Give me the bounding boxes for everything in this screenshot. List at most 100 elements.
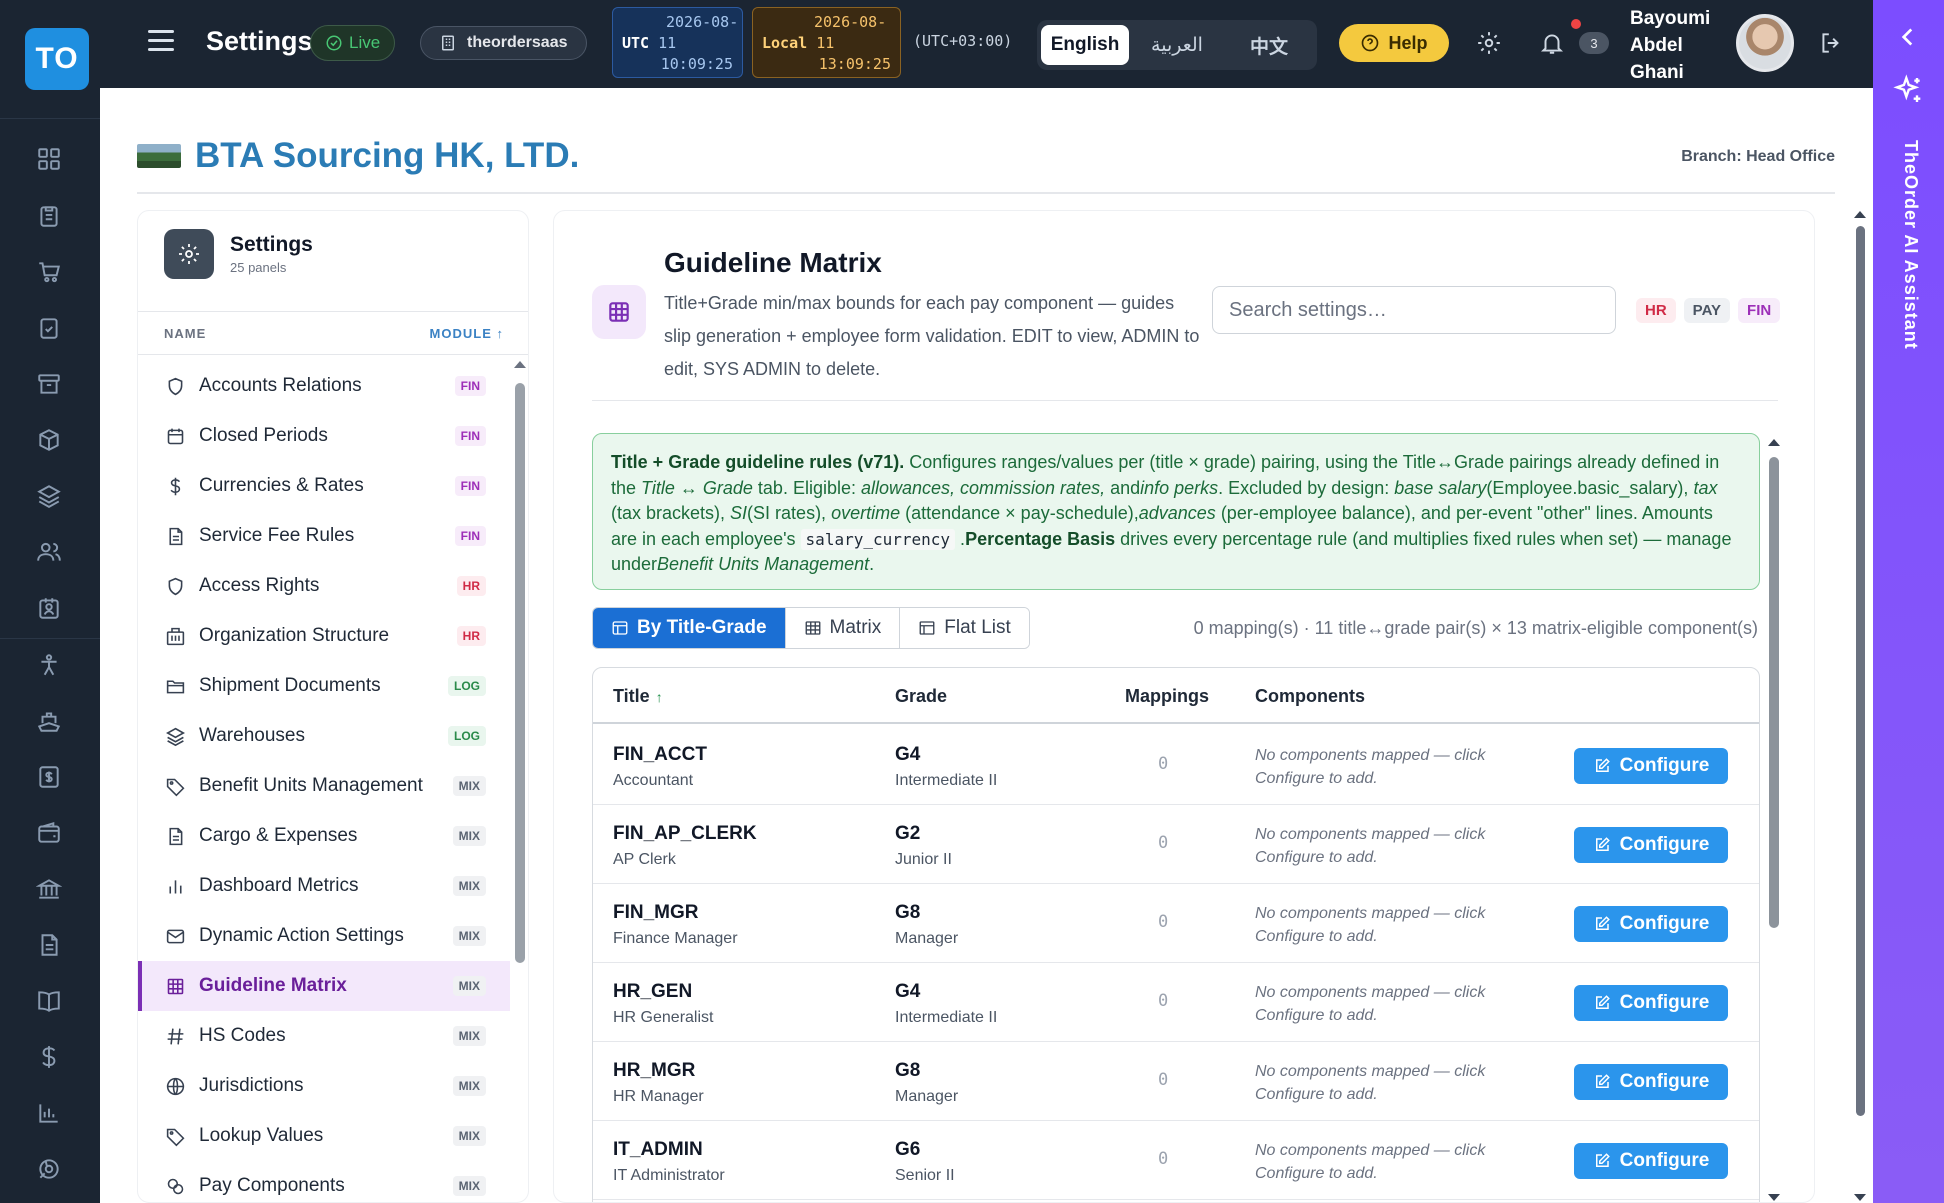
bank-icon[interactable] <box>34 874 64 904</box>
title-column-header[interactable]: Title ↑ <box>613 686 663 707</box>
utc-tag: UTC <box>622 34 650 52</box>
gear-icon[interactable] <box>1474 28 1504 58</box>
support-icon[interactable] <box>34 1154 64 1184</box>
local-date-line2: 11 <box>816 34 835 52</box>
settings-item-dashboard-metrics[interactable]: Dashboard Metrics MIX <box>138 861 510 911</box>
components-column-header[interactable]: Components <box>1255 686 1365 707</box>
scrollbar-thumb[interactable] <box>1769 457 1779 928</box>
configure-button[interactable]: Configure <box>1574 906 1728 942</box>
lang-english[interactable]: English <box>1041 25 1129 65</box>
dashboard-icon[interactable] <box>34 144 64 174</box>
user-name[interactable]: Bayoumi Abdel Ghani <box>1630 5 1740 86</box>
settings-item-closed-periods[interactable]: Closed Periods FIN <box>138 411 510 461</box>
scroll-down-icon[interactable] <box>1854 1194 1866 1201</box>
configure-button[interactable]: Configure <box>1574 748 1728 784</box>
module-column-header[interactable]: MODULE ↑ <box>430 326 504 341</box>
grid-icon <box>805 621 820 635</box>
archive-icon[interactable] <box>34 369 64 399</box>
settings-list-panel: Settings 25 panels NAME MODULE ↑ Account… <box>137 210 529 1203</box>
utc-clock: 2026-08- UTC 11 10:09:25 <box>612 7 743 78</box>
question-circle-icon <box>1362 34 1379 52</box>
lang-arabic[interactable]: العربية <box>1133 25 1221 65</box>
scroll-up-icon[interactable] <box>1768 439 1780 446</box>
clipboard-icon[interactable] <box>34 201 64 231</box>
tab-label: Matrix <box>829 617 882 638</box>
mappings-column-header[interactable]: Mappings <box>1125 686 1209 707</box>
tab-by-title-grade[interactable]: By Title-Grade <box>593 608 786 648</box>
configure-button[interactable]: Configure <box>1574 1143 1728 1179</box>
tab-matrix[interactable]: Matrix <box>785 608 901 648</box>
avatar[interactable] <box>1736 14 1794 72</box>
info-manage-link[interactable]: Benefit Units Management <box>657 554 869 574</box>
scrollbar-thumb[interactable] <box>515 383 525 963</box>
menu-icon[interactable] <box>148 30 174 56</box>
grade-column-header[interactable]: Grade <box>895 686 947 707</box>
checklist-icon[interactable] <box>34 313 64 343</box>
ai-assistant-panel[interactable]: TheOrder AI Assistant <box>1873 0 1944 1203</box>
settings-item-accounts-relations[interactable]: Accounts Relations FIN <box>138 361 510 411</box>
page-scrollbar[interactable] <box>1853 210 1867 1203</box>
tenant-selector[interactable]: theordersaas <box>420 26 587 60</box>
settings-item-cargo-expenses[interactable]: Cargo & Expenses MIX <box>138 811 510 861</box>
settings-item-guideline-matrix[interactable]: Guideline Matrix MIX <box>138 961 510 1011</box>
scroll-down-icon[interactable] <box>1768 1194 1780 1201</box>
search-input[interactable] <box>1212 286 1616 334</box>
settings-item-jurisdictions[interactable]: Jurisdictions MIX <box>138 1061 510 1111</box>
chart-icon[interactable] <box>34 1098 64 1128</box>
app-logo[interactable]: TO <box>25 28 89 90</box>
name-column-header[interactable]: NAME <box>164 326 206 341</box>
badge-icon[interactable] <box>34 593 64 623</box>
layers-icon[interactable] <box>34 481 64 511</box>
configure-label: Configure <box>1619 755 1710 776</box>
content-scrollbar[interactable] <box>1766 437 1782 1202</box>
dollar-icon[interactable] <box>34 1042 64 1072</box>
box-icon[interactable] <box>34 425 64 455</box>
document-icon[interactable] <box>34 930 64 960</box>
settings-item-currencies-rates[interactable]: Currencies & Rates FIN <box>138 461 510 511</box>
settings-list-scrollbar[interactable] <box>510 361 528 1202</box>
wallet-icon[interactable] <box>34 818 64 848</box>
tab-flat-list[interactable]: Flat List <box>900 608 1029 648</box>
settings-item-shipment-documents[interactable]: Shipment Documents LOG <box>138 661 510 711</box>
chevron-left-icon[interactable] <box>1895 24 1921 50</box>
configure-button[interactable]: Configure <box>1574 985 1728 1021</box>
settings-item-lookup-values[interactable]: Lookup Values MIX <box>138 1111 510 1161</box>
settings-item-warehouses[interactable]: Warehouses LOG <box>138 711 510 761</box>
settings-item-dynamic-action-settings[interactable]: Dynamic Action Settings MIX <box>138 911 510 961</box>
grade-name: Intermediate II <box>895 772 998 789</box>
layers-icon <box>164 725 186 747</box>
settings-item-service-fee-rules[interactable]: Service Fee Rules FIN <box>138 511 510 561</box>
help-button[interactable]: Help <box>1339 24 1449 62</box>
cart-icon[interactable] <box>34 257 64 287</box>
logout-icon[interactable] <box>1816 28 1846 58</box>
title-name: HR Manager <box>613 1088 704 1105</box>
invoice-icon[interactable] <box>34 762 64 792</box>
module-badge: MIX <box>452 1126 486 1146</box>
table-header: Title ↑ Grade Mappings Components <box>593 668 1759 724</box>
settings-item-organization-structure[interactable]: Organization Structure HR <box>138 611 510 661</box>
notification-count: 3 <box>1579 32 1609 54</box>
settings-item-access-rights[interactable]: Access Rights HR <box>138 561 510 611</box>
info-tab-ref: Title ↔ Grade <box>641 477 753 498</box>
badge-hr: HR <box>1636 298 1676 323</box>
lang-chinese[interactable]: 中文 <box>1225 25 1313 65</box>
configure-button[interactable]: Configure <box>1574 1064 1728 1100</box>
ship-icon[interactable] <box>34 706 64 736</box>
users-icon[interactable] <box>34 537 64 567</box>
scrollbar-thumb[interactable] <box>1856 226 1865 1116</box>
settings-item-pay-components[interactable]: Pay Components MIX <box>138 1161 510 1202</box>
bell-icon[interactable] <box>1537 28 1567 58</box>
settings-item-benefit-units-management[interactable]: Benefit Units Management MIX <box>138 761 510 811</box>
info-base-salary: base salary <box>1394 477 1487 498</box>
grid-icon <box>592 285 646 339</box>
scroll-up-icon[interactable] <box>1854 211 1866 218</box>
book-icon[interactable] <box>34 986 64 1016</box>
scroll-up-icon[interactable] <box>514 361 526 368</box>
info-text: (SI rates), <box>747 503 832 523</box>
settings-item-hs-codes[interactable]: HS Codes MIX <box>138 1011 510 1061</box>
configure-button[interactable]: Configure <box>1574 827 1728 863</box>
grade-name: Manager <box>895 930 959 947</box>
person-icon[interactable] <box>34 650 64 680</box>
mappings-count: 0 <box>1158 754 1169 774</box>
table-row: HR_GEN HR Generalist G4 Intermediate II 0 No … <box>593 963 1759 1042</box>
